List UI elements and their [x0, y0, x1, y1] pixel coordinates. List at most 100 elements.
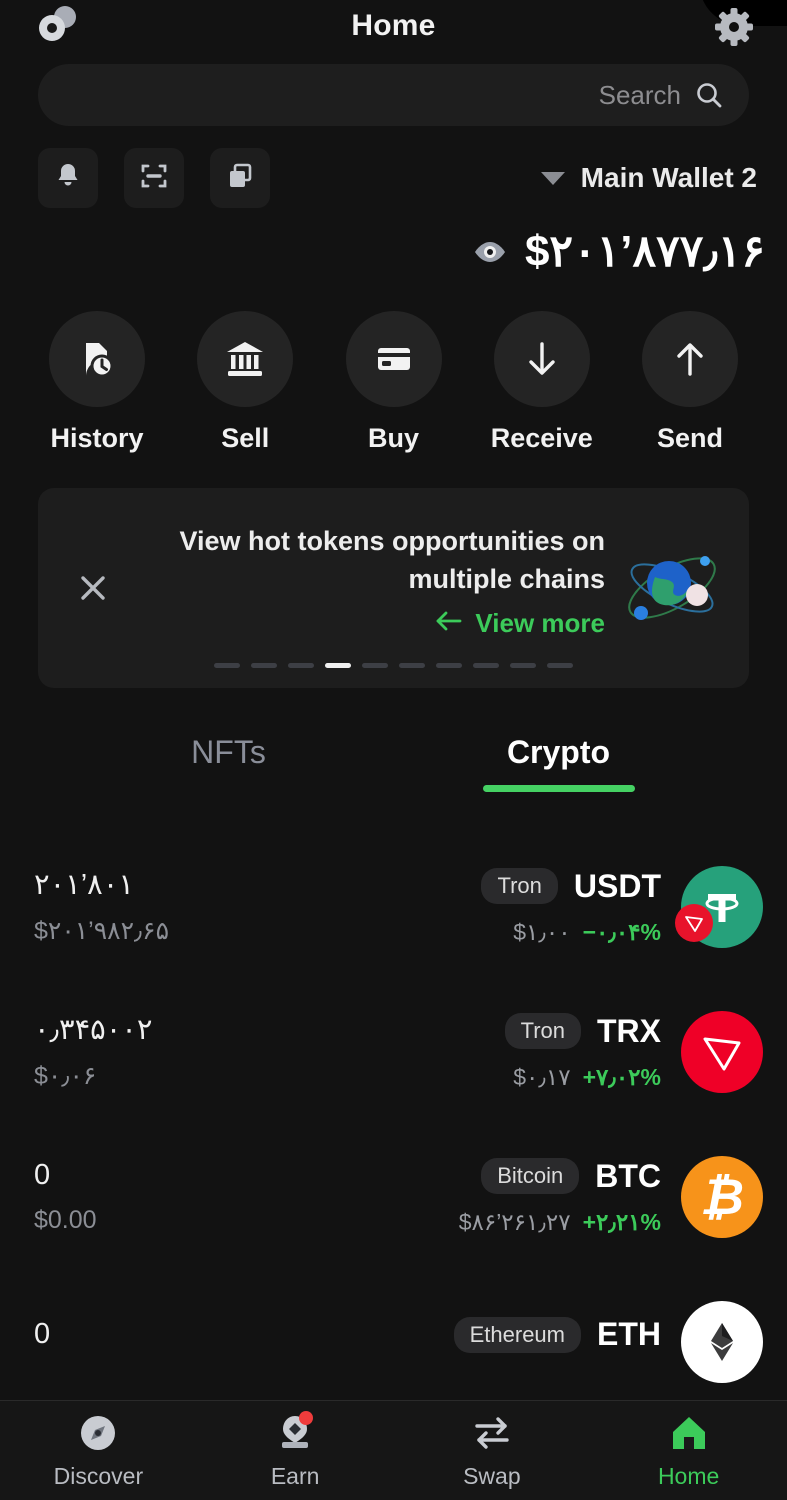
token-value: $0.00: [34, 1205, 97, 1234]
chain-chip: Bitcoin: [481, 1158, 580, 1194]
page-title: Home: [351, 9, 436, 42]
search-input[interactable]: Search: [38, 64, 749, 126]
tab-underline: [482, 785, 635, 792]
token-list: ۲۰۱’۸۰۱ $۲۰۱’۹۸۲٫۶۵ Tron USDT $۱٫۰۰ −۰٫۰…: [0, 834, 787, 1414]
quick-actions-row: Main Wallet 2: [0, 126, 787, 208]
token-title-row: Tron USDT: [481, 868, 661, 905]
carousel-dots[interactable]: [38, 663, 749, 668]
bell-icon: [53, 161, 83, 196]
notifications-button[interactable]: [38, 148, 98, 208]
token-amount: 0: [34, 1318, 51, 1350]
token-value: $۲۰۱’۹۸۲٫۶۵: [34, 917, 170, 945]
btc-circle: ₿: [681, 1155, 763, 1238]
tab-label: Crypto: [506, 734, 611, 770]
trx-icon: [681, 1010, 763, 1093]
nav-label: Earn: [270, 1463, 320, 1489]
action-label: Buy: [367, 423, 419, 453]
token-price: $۸۶’۲۶۱٫۲۷: [458, 1208, 571, 1235]
eye-icon[interactable]: [473, 239, 507, 265]
eth-circle: [681, 1300, 763, 1383]
carousel-dot[interactable]: [399, 663, 425, 668]
close-icon[interactable]: [70, 565, 116, 611]
top-bar: Home: [0, 0, 787, 52]
token-amounts: 0: [34, 1318, 50, 1365]
asset-tabs: NFTs Crypto: [0, 734, 787, 792]
receive-button[interactable]: Receive: [479, 311, 605, 454]
token-price: $۰٫۱۷: [513, 1063, 571, 1090]
carousel-dot[interactable]: [251, 663, 277, 668]
tab-label: NFTs: [191, 734, 266, 770]
token-amount: ۰٫۳۴۵۰۰۲: [34, 1014, 153, 1046]
dual-circle-logo-icon[interactable]: [32, 4, 84, 48]
history-button[interactable]: History: [34, 311, 160, 454]
swap-icon: [470, 1411, 514, 1455]
wallet-selector[interactable]: Main Wallet 2: [540, 162, 757, 194]
token-change: −۰٫۰۴%: [582, 918, 661, 945]
carousel-dot[interactable]: [214, 663, 240, 668]
carousel-dot[interactable]: [436, 663, 462, 668]
carousel-dot[interactable]: [510, 663, 536, 668]
nav-item-discover[interactable]: Discover: [0, 1401, 197, 1500]
token-identity: Ethereum ETH: [453, 1300, 763, 1383]
nav-item-earn[interactable]: Earn: [197, 1401, 394, 1500]
bank-icon: [197, 311, 294, 407]
app-screen: Home Search Main Wallet 2 $۲۰۱’۸۷۷٫۱۶ Hi…: [0, 0, 787, 1500]
carousel-dot-active[interactable]: [325, 663, 351, 668]
token-row[interactable]: 0 Ethereum ETH: [0, 1269, 787, 1414]
chevron-down-icon: [540, 171, 565, 185]
token-symbol: USDT: [573, 867, 661, 904]
bottom-navigation: Discover Earn Swap Home: [0, 1400, 787, 1500]
copy-icon: [225, 161, 255, 196]
promo-text: View hot tokens opportunities on multipl…: [179, 526, 605, 594]
usdt-icon: [675, 865, 763, 948]
scan-button[interactable]: [124, 148, 184, 208]
chain-chip: Ethereum: [453, 1316, 581, 1353]
carousel-dot[interactable]: [473, 663, 499, 668]
btc-icon: ₿: [681, 1155, 763, 1238]
token-value: $۰٫۰۶: [34, 1062, 97, 1090]
gear-icon[interactable]: [705, 0, 763, 56]
nav-item-swap[interactable]: Swap: [394, 1401, 591, 1500]
promo-content: View hot tokens opportunities on multipl…: [116, 523, 617, 639]
tab-crypto[interactable]: Crypto: [482, 734, 635, 792]
send-button[interactable]: Send: [627, 311, 753, 454]
promo-banner[interactable]: View hot tokens opportunities on multipl…: [38, 488, 749, 688]
copy-address-button[interactable]: [210, 148, 270, 208]
token-change: +۲٫۲۱%: [582, 1208, 661, 1235]
carousel-dot[interactable]: [362, 663, 388, 668]
token-identity: Bitcoin BTC $۸۶’۲۶۱٫۲۷ +۲٫۲۱% ₿: [459, 1155, 763, 1238]
token-amounts: ۲۰۱’۸۰۱ $۲۰۱’۹۸۲٫۶۵: [34, 867, 169, 946]
token-title-row: Bitcoin BTC: [481, 1158, 661, 1195]
qr-scan-icon: [139, 161, 169, 196]
trx-circle: [681, 1010, 763, 1093]
search-section: Search: [0, 52, 787, 126]
carousel-dot[interactable]: [288, 663, 314, 668]
eth-icon: [681, 1300, 763, 1383]
carousel-dot[interactable]: [547, 663, 573, 668]
action-label: Receive: [490, 423, 593, 453]
token-identity: Tron USDT $۱٫۰۰ −۰٫۰۴%: [481, 865, 763, 948]
token-row[interactable]: ۲۰۱’۸۰۱ $۲۰۱’۹۸۲٫۶۵ Tron USDT $۱٫۰۰ −۰٫۰…: [0, 834, 787, 979]
compass-icon: [76, 1411, 120, 1455]
action-buttons-row: History Sell Buy Receive Send: [0, 277, 787, 454]
token-identity: Tron TRX $۰٫۱۷ +۷٫۰۲%: [504, 1010, 763, 1093]
token-row[interactable]: ۰٫۳۴۵۰۰۲ $۰٫۰۶ Tron TRX $۰٫۱۷ +۷٫۰۲%: [0, 979, 787, 1124]
home-icon: [667, 1411, 711, 1455]
sell-button[interactable]: Sell: [182, 311, 308, 454]
nav-item-home[interactable]: Home: [590, 1401, 787, 1500]
buy-button[interactable]: Buy: [331, 311, 457, 454]
token-price-row: $۸۶’۲۶۱٫۲۷ +۲٫۲۱%: [459, 1209, 661, 1236]
token-amount: 0: [34, 1158, 51, 1191]
token-symbol: BTC: [595, 1157, 661, 1194]
token-change: +۷٫۰۲%: [582, 1063, 661, 1090]
nav-label: Swap: [463, 1463, 521, 1489]
token-row[interactable]: 0 $0.00 Bitcoin BTC $۸۶’۲۶۱٫۲۷ +۲٫۲۱% ₿: [0, 1124, 787, 1269]
tab-nfts[interactable]: NFTs: [153, 734, 305, 792]
nav-label: Home: [657, 1463, 720, 1489]
search-icon[interactable]: [695, 81, 723, 109]
search-placeholder: Search: [598, 79, 681, 110]
action-label: History: [50, 423, 144, 453]
view-more-link[interactable]: View more: [433, 608, 605, 639]
token-amounts: 0 $0.00: [34, 1159, 97, 1235]
balance-row: $۲۰۱’۸۷۷٫۱۶: [0, 208, 787, 277]
